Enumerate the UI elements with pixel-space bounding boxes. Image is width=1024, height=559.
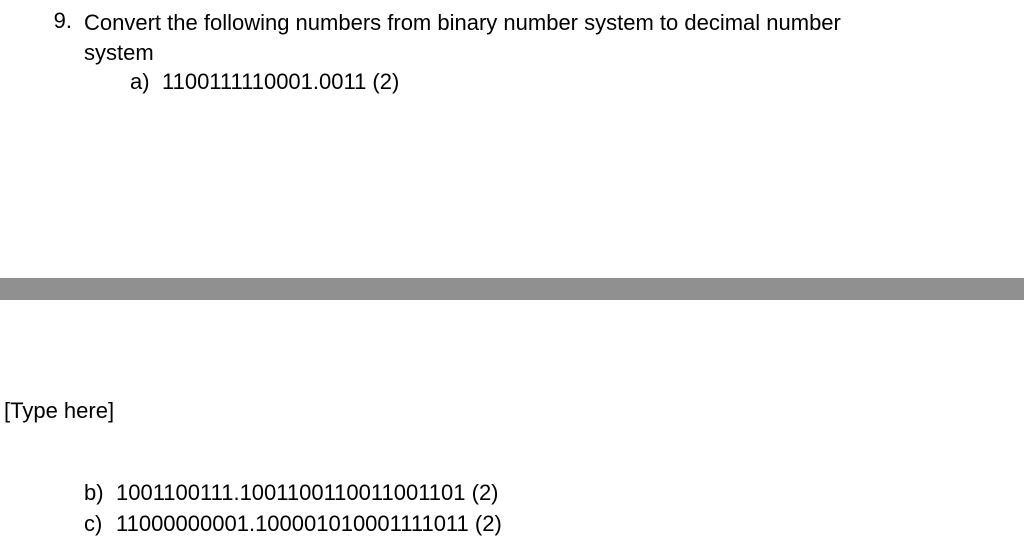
sub-item-label: b) [84, 478, 116, 509]
page-divider [0, 278, 1024, 300]
question-prompt-line2: system [84, 40, 154, 65]
question-block-top: 9. Convert the following numbers from bi… [0, 0, 1024, 98]
question-prompt-line1: Convert the following numbers from binar… [84, 10, 841, 35]
sub-item-c: c) 11000000001.100001010001111011 (2) [0, 509, 1024, 540]
sub-item-label: a) [130, 67, 162, 98]
sub-item-b: b) 1001100111.1001100110011001101 (2) [0, 478, 1024, 509]
question-header: 9. Convert the following numbers from bi… [46, 8, 1024, 67]
question-block-bottom: b) 1001100111.1001100110011001101 (2) c)… [0, 478, 1024, 540]
type-here-placeholder[interactable]: [Type here] [4, 398, 114, 424]
sub-item-a: a) 1100111110001.0011 (2) [46, 67, 1024, 98]
question-number: 9. [46, 8, 84, 34]
sub-item-label: c) [84, 509, 116, 540]
sub-item-value: 1100111110001.0011 (2) [162, 67, 399, 98]
sub-item-value: 11000000001.100001010001111011 (2) [116, 509, 502, 540]
question-prompt: Convert the following numbers from binar… [84, 8, 1024, 67]
sub-item-value: 1001100111.1001100110011001101 (2) [116, 478, 499, 509]
